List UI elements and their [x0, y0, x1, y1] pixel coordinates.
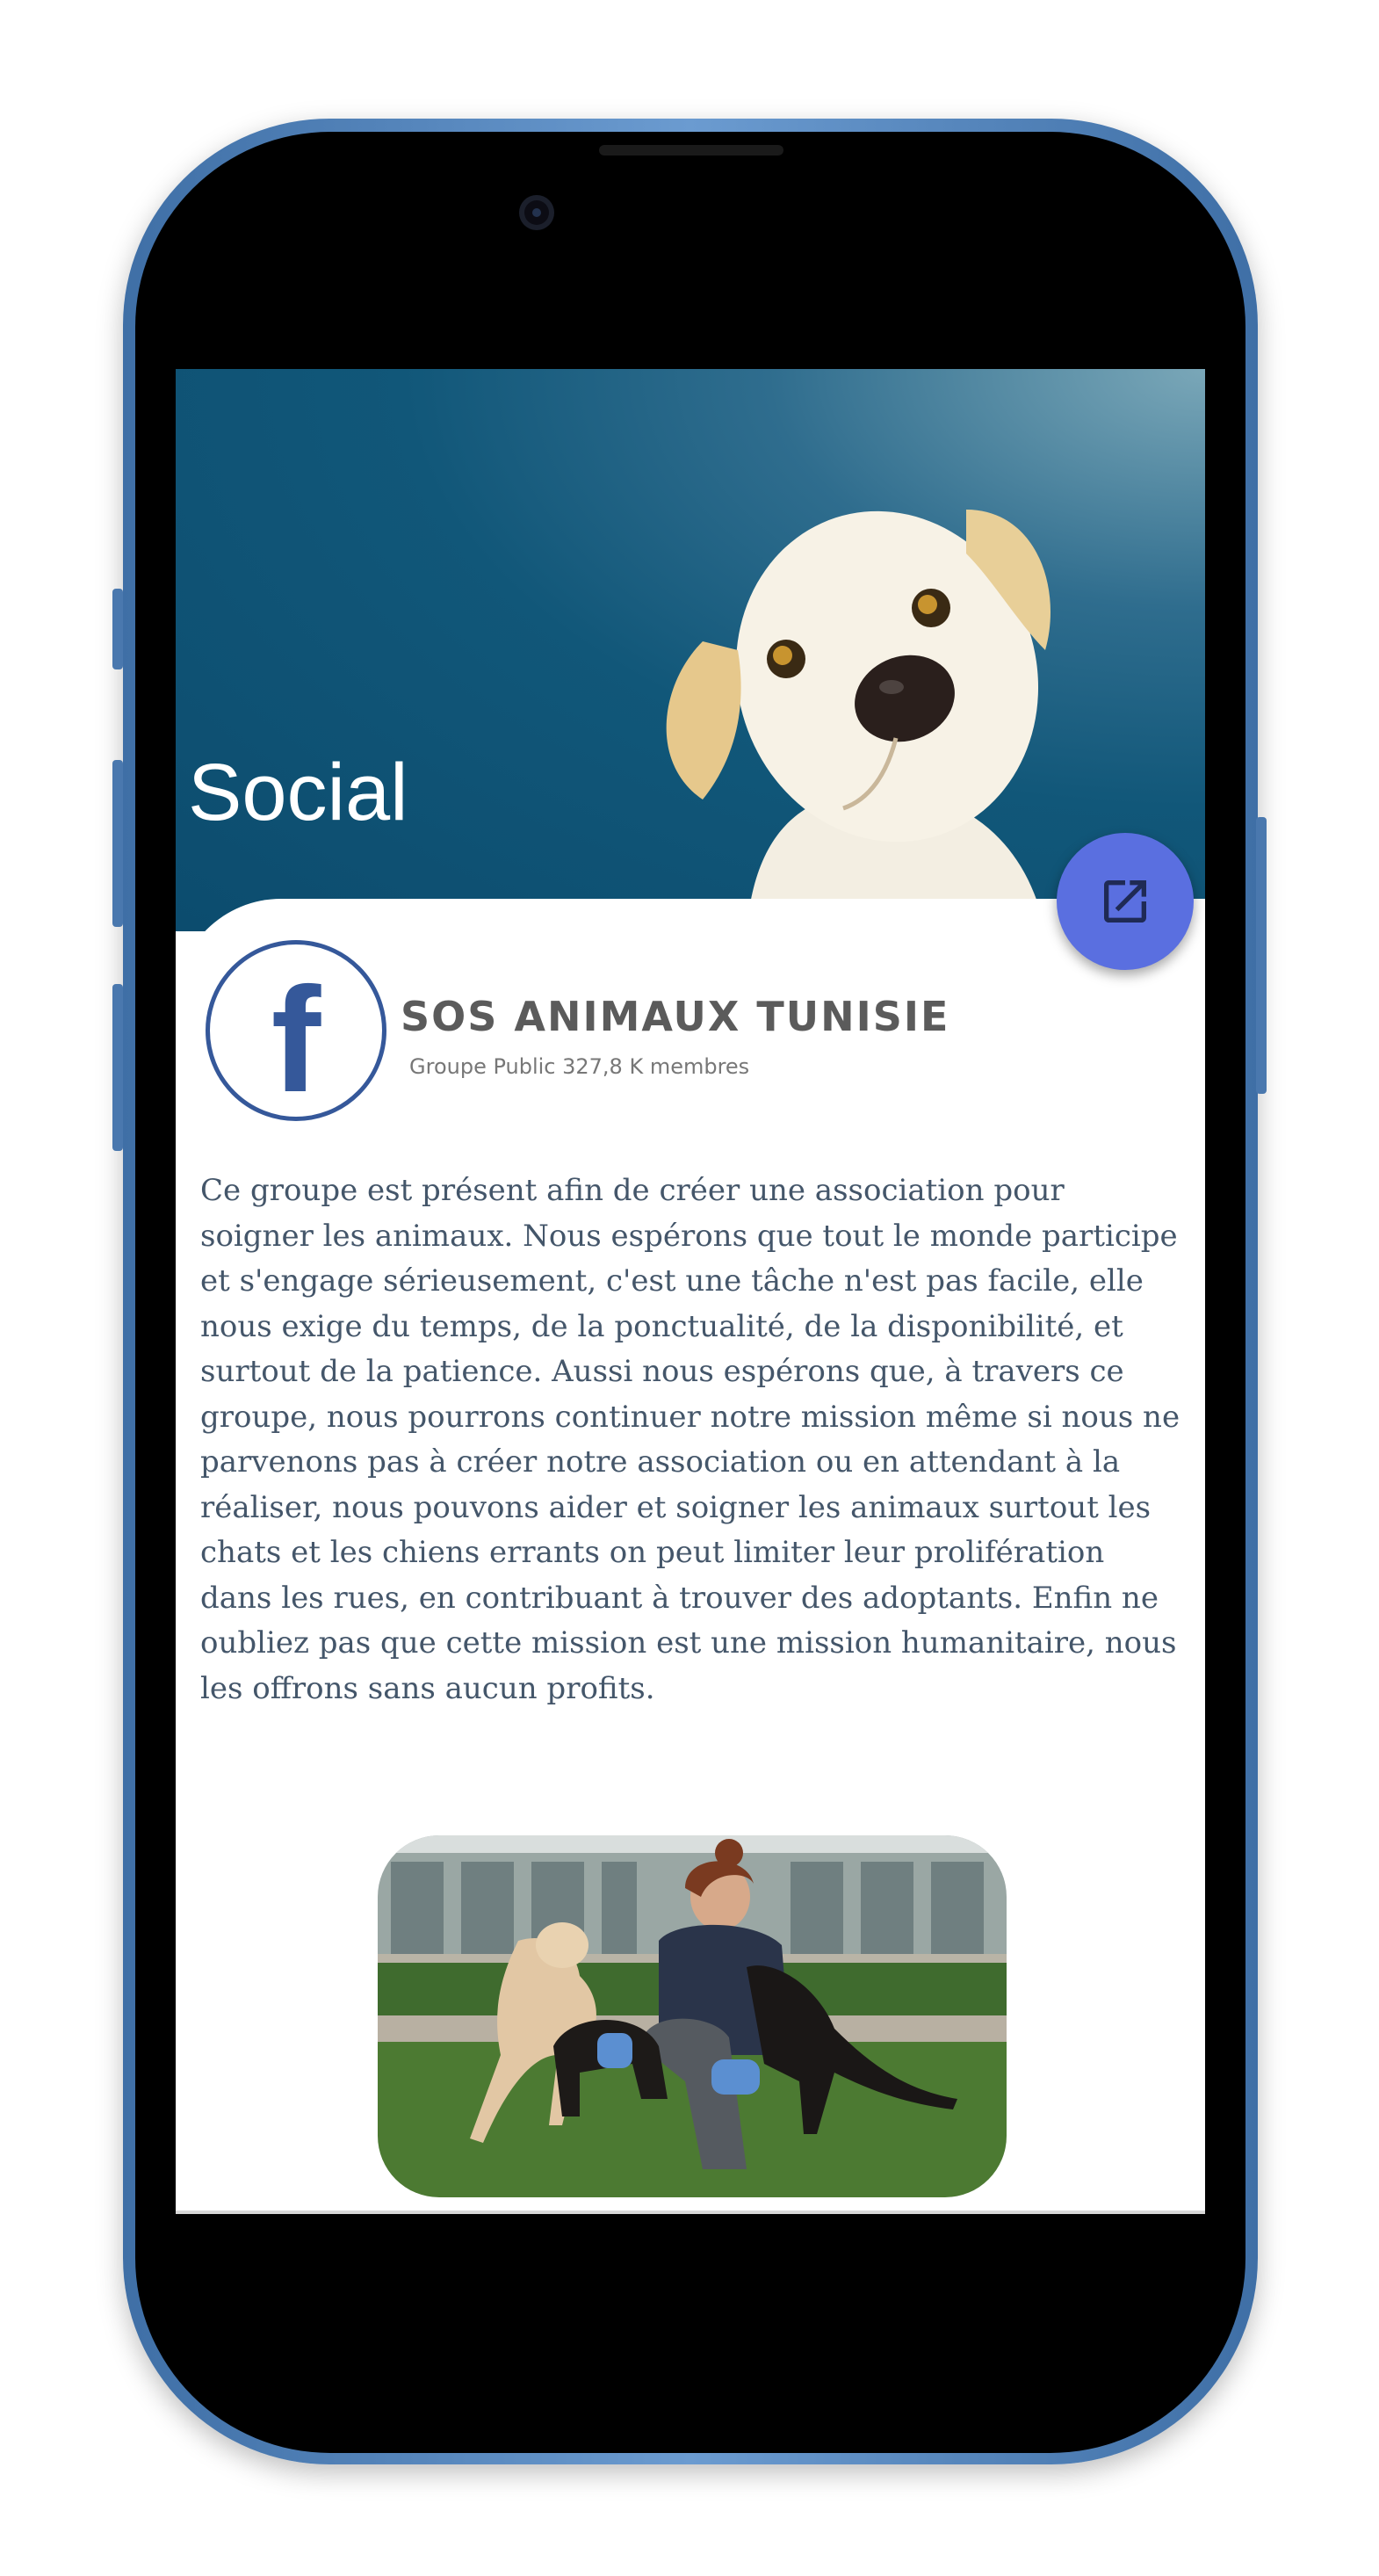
volume-down-button	[112, 984, 123, 1151]
volume-up-button	[112, 760, 123, 927]
silent-switch	[112, 589, 123, 669]
open-in-new-icon	[1104, 880, 1146, 923]
group-meta: Groupe Public 327,8 K membres	[409, 1054, 750, 1079]
page-title: Social	[188, 748, 408, 837]
camera-icon	[519, 195, 554, 230]
group-description: Ce groupe est présent afin de créer une …	[200, 1173, 1180, 1706]
group-name: SOS ANIMAUX TUNISIE	[401, 993, 950, 1040]
facebook-logo-icon: f	[206, 940, 386, 1121]
divider	[176, 2211, 1205, 2214]
dog-illustration	[666, 510, 1050, 931]
header-banner: Social	[176, 369, 1205, 931]
volunteer-photo	[378, 1835, 1007, 2197]
earpiece	[599, 145, 783, 156]
open-link-button[interactable]	[1057, 833, 1194, 970]
power-button	[1256, 817, 1267, 1094]
app-screen: Social f SOS ANIMAUX TUNISIE Groupe Publ…	[176, 369, 1205, 2214]
